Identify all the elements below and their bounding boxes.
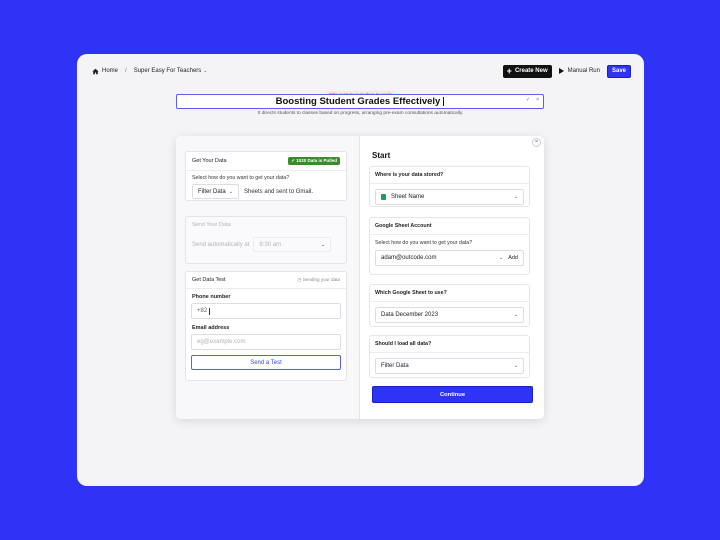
method-select[interactable]: Filter Data ⌄ xyxy=(192,184,239,199)
plus-icon: + xyxy=(506,65,512,76)
phone-label: Phone number xyxy=(192,294,231,300)
chevron-down-icon: ⌄ xyxy=(513,312,518,318)
load-select[interactable]: Filter Data ⌄ xyxy=(375,358,524,374)
create-new-button[interactable]: + Create New xyxy=(502,64,552,78)
add-account-button[interactable]: Add xyxy=(508,255,518,261)
test-header: Get Data Test xyxy=(192,277,226,283)
close-icon[interactable]: × xyxy=(532,138,541,147)
storage-card: Where is your data stored? Sheet Name ⌄ xyxy=(369,166,530,207)
storage-select[interactable]: Sheet Name ⌄ xyxy=(375,189,524,205)
email-placeholder: eg@example.com xyxy=(197,339,246,345)
time-select[interactable]: 9:30 am ⌄ xyxy=(253,237,332,252)
sheet-card: Which Google Sheet to use? Data December… xyxy=(369,284,530,327)
sending-status-text: Sending your data xyxy=(302,277,340,282)
sheet-value: Data December 2023 xyxy=(381,312,439,318)
create-new-label: Create New xyxy=(514,68,548,74)
phone-value: +82 xyxy=(197,308,208,314)
method-value: Filter Data xyxy=(198,188,226,195)
phone-field[interactable]: +82 xyxy=(191,303,341,319)
load-question: Should I load all data? xyxy=(370,336,529,353)
workflow-description: It directs students to classes based on … xyxy=(257,111,464,116)
title-input[interactable]: Boosting Student Grades Effectively ✓ × xyxy=(176,94,544,109)
chevron-down-icon: ⌄ xyxy=(499,255,504,261)
method-description: Sheets and sent to Gmail. xyxy=(244,188,314,195)
load-card: Should I load all data? Filter Data ⌄ xyxy=(369,335,530,378)
play-icon xyxy=(558,68,564,74)
text-caret xyxy=(443,97,445,106)
get-data-card: Get Your Data ✓ 1020 Data is Pulled Sele… xyxy=(185,151,347,201)
account-header: Google Sheet Account xyxy=(370,218,529,235)
start-title: Start xyxy=(372,151,391,160)
manual-run-button[interactable]: Manual Run xyxy=(558,68,600,74)
breadcrumb-home[interactable]: Home xyxy=(102,68,118,74)
time-value: 9:30 am xyxy=(259,241,282,248)
clear-icon[interactable]: × xyxy=(536,97,539,103)
chevron-down-icon[interactable]: ⌄ xyxy=(203,68,207,74)
left-panel: Get Your Data ✓ 1020 Data is Pulled Sele… xyxy=(176,136,360,419)
send-test-button[interactable]: Send a Test xyxy=(191,355,341,370)
app-window: Home / Super Easy For Teachers ⌄ + Creat… xyxy=(77,54,644,486)
send-mode: Send automatically at xyxy=(192,241,250,248)
breadcrumb: Home / Super Easy For Teachers ⌄ xyxy=(92,68,207,75)
text-caret xyxy=(209,307,211,315)
manual-run-label: Manual Run xyxy=(567,68,600,74)
sending-status: ◷ Sending your data xyxy=(297,277,340,283)
account-select[interactable]: adam@outcode.com ⌄ Add xyxy=(375,250,524,266)
storage-value: Sheet Name xyxy=(391,194,425,200)
breadcrumb-project[interactable]: Super Easy For Teachers xyxy=(134,68,202,74)
setup-modal: Get Your Data ✓ 1020 Data is Pulled Sele… xyxy=(176,136,544,419)
title-text: Boosting Student Grades Effectively xyxy=(275,96,441,107)
chevron-down-icon: ⌄ xyxy=(228,188,233,195)
send-data-card: Send Your Data Send automatically at 9:3… xyxy=(185,216,347,264)
sheet-question: Which Google Sheet to use? xyxy=(370,285,529,302)
email-label: Email address xyxy=(192,325,230,331)
right-panel: Start Where is your data stored? Sheet N… xyxy=(361,136,544,419)
storage-question: Where is your data stored? xyxy=(370,167,529,184)
get-data-prompt: Select how do you want to get your data? xyxy=(192,175,290,181)
send-data-header: Send Your Data xyxy=(192,222,231,228)
chevron-down-icon: ⌄ xyxy=(321,241,326,248)
chevron-down-icon: ⌄ xyxy=(513,194,518,200)
google-sheets-icon xyxy=(381,194,386,200)
home-icon xyxy=(92,68,99,74)
account-value: adam@outcode.com xyxy=(381,255,437,261)
email-field[interactable]: eg@example.com xyxy=(191,334,341,350)
confirm-icon[interactable]: ✓ xyxy=(526,97,530,103)
load-value: Filter Data xyxy=(381,363,409,369)
account-prompt: Select how do you want to get your data? xyxy=(375,240,473,246)
continue-button[interactable]: Continue xyxy=(372,386,533,403)
chevron-down-icon: ⌄ xyxy=(513,363,518,369)
sheet-select[interactable]: Data December 2023 ⌄ xyxy=(375,307,524,323)
status-badge: ✓ 1020 Data is Pulled xyxy=(288,157,340,165)
breadcrumb-separator: / xyxy=(125,68,127,74)
account-card: Google Sheet Account Select how do you w… xyxy=(369,217,530,275)
save-button[interactable]: Save xyxy=(606,64,631,78)
get-data-header: Get Your Data xyxy=(192,158,227,164)
test-card: Get Data Test ◷ Sending your data Phone … xyxy=(185,271,347,381)
